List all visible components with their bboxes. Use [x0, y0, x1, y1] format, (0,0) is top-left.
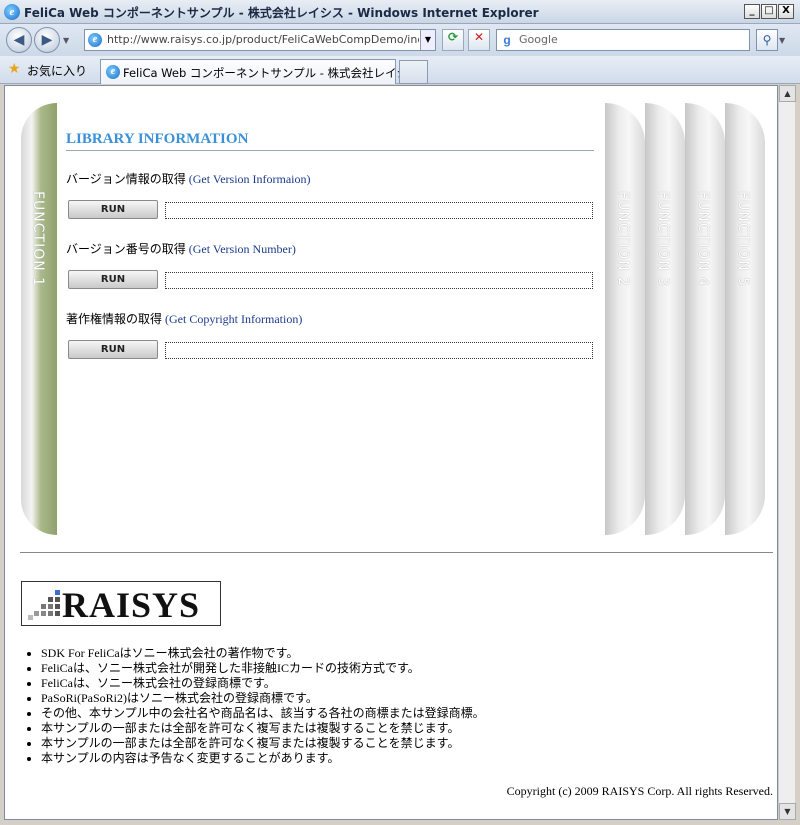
- minimize-button[interactable]: _: [744, 4, 760, 19]
- row-label-version-info: バージョン情報の取得 (Get Version Informaion): [66, 170, 311, 187]
- list-item: FeliCaは、ソニー株式会社の登録商標です。: [41, 676, 485, 691]
- close-button[interactable]: X: [778, 4, 794, 19]
- tab-felica-demo[interactable]: e FeliCa Web コンポーネントサンプル - 株式会社レイシス: [100, 59, 420, 84]
- maximize-button[interactable]: □: [761, 4, 777, 19]
- function-2-label: FUNCTION 2: [615, 191, 631, 288]
- stop-icon[interactable]: ✕: [468, 29, 490, 51]
- vertical-scrollbar[interactable]: ▲ ▼: [778, 85, 796, 820]
- ie-logo-icon: e: [4, 4, 20, 20]
- window-title: FeliCa Web コンポーネントサンプル - 株式会社レイシス - Wind…: [24, 6, 539, 20]
- function-2-panel[interactable]: FUNCTION 2: [605, 103, 645, 535]
- forward-button[interactable]: ▶: [34, 27, 60, 53]
- row-label-en: (Get Version Number): [188, 242, 296, 256]
- run-button-version-number[interactable]: RUN: [68, 270, 158, 289]
- function-1-panel[interactable]: FUNCTION 1: [21, 103, 57, 535]
- list-item: 本サンプルの一部または全部を許可なく複写または複製することを禁じます。: [41, 736, 485, 751]
- result-field-copyright-info[interactable]: [165, 342, 593, 359]
- row-label-version-number: バージョン番号の取得 (Get Version Number): [66, 240, 296, 257]
- run-button-copyright-info[interactable]: RUN: [68, 340, 158, 359]
- page-viewport: FUNCTION 1 FUNCTION 2 FUNCTION 3 FUNCTIO…: [4, 85, 778, 820]
- function-1-label: FUNCTION 1: [30, 191, 46, 288]
- title-bar: e FeliCa Web コンポーネントサンプル - 株式会社レイシス - Wi…: [0, 0, 800, 24]
- function-3-panel[interactable]: FUNCTION 3: [645, 103, 685, 535]
- address-dropdown-icon[interactable]: ▼: [420, 30, 435, 50]
- row-label-ja: バージョン番号の取得: [66, 242, 186, 256]
- function-4-label: FUNCTION 4: [695, 191, 711, 288]
- section-title: LIBRARY INFORMATION: [66, 131, 594, 151]
- row-label-en: (Get Version Informaion): [188, 172, 311, 186]
- list-item: PaSoRi(PaSoRi2)はソニー株式会社の登録商標です。: [41, 691, 485, 706]
- list-item: 本サンプルの内容は予告なく変更することがあります。: [41, 751, 485, 766]
- logo-text: RAISYS: [62, 585, 201, 625]
- search-input[interactable]: Google: [519, 33, 558, 46]
- list-item: 本サンプルの一部または全部を許可なく複写または複製することを禁じます。: [41, 721, 485, 736]
- copyright-text: Copyright (c) 2009 RAISYS Corp. All righ…: [506, 784, 773, 798]
- function-5-label: FUNCTION 5: [735, 191, 751, 288]
- logo-dots-icon: [28, 590, 62, 620]
- row-label-ja: バージョン情報の取得: [66, 172, 186, 186]
- navigation-bar: ◀ ▶ ▼ e http://www.raisys.co.jp/product/…: [0, 24, 800, 56]
- new-tab-button[interactable]: [399, 60, 428, 84]
- result-field-version-number[interactable]: [165, 272, 593, 289]
- address-bar[interactable]: e http://www.raisys.co.jp/product/FeliCa…: [84, 29, 436, 51]
- favorites-button[interactable]: お気に入り: [27, 62, 87, 79]
- scroll-up-icon[interactable]: ▲: [779, 85, 796, 102]
- page-icon: e: [88, 33, 102, 47]
- row-label-copyright-info: 著作権情報の取得 (Get Copyright Information): [66, 310, 302, 327]
- search-box[interactable]: g Google: [496, 29, 750, 51]
- back-button[interactable]: ◀: [6, 27, 32, 53]
- list-item: SDK For FeliCaはソニー株式会社の著作物です。: [41, 646, 485, 661]
- search-dropdown-icon[interactable]: ▼: [779, 36, 785, 45]
- google-icon: g: [503, 33, 511, 47]
- page-content: FUNCTION 1 FUNCTION 2 FUNCTION 3 FUNCTIO…: [5, 86, 777, 819]
- row-label-en: (Get Copyright Information): [165, 312, 303, 326]
- search-icon[interactable]: ⚲: [756, 29, 778, 51]
- tab-label: FeliCa Web コンポーネントサンプル - 株式会社レイシス: [123, 66, 420, 80]
- row-label-ja: 著作権情報の取得: [66, 312, 163, 326]
- notes-list: SDK For FeliCaはソニー株式会社の著作物です。 FeliCaは、ソニ…: [41, 646, 485, 766]
- tab-ie-icon: e: [106, 65, 120, 79]
- refresh-icon[interactable]: ⟳: [442, 29, 464, 51]
- function-3-label: FUNCTION 3: [655, 191, 671, 288]
- list-item: その他、本サンプル中の会社名や商品名は、該当する各社の商標または登録商標。: [41, 706, 485, 721]
- function-4-panel[interactable]: FUNCTION 4: [685, 103, 725, 535]
- function-5-panel[interactable]: FUNCTION 5: [725, 103, 765, 535]
- history-dropdown-icon[interactable]: ▼: [63, 36, 69, 45]
- favorites-bar: ★ お気に入り e FeliCa Web コンポーネントサンプル - 株式会社レ…: [0, 56, 800, 84]
- run-button-version-info[interactable]: RUN: [68, 200, 158, 219]
- star-icon[interactable]: ★: [8, 61, 21, 77]
- raisys-logo: RAISYS: [21, 581, 221, 626]
- section-divider: [20, 552, 773, 553]
- scroll-down-icon[interactable]: ▼: [779, 803, 796, 820]
- result-field-version-info[interactable]: [165, 202, 593, 219]
- list-item: FeliCaは、ソニー株式会社が開発した非接触ICカードの技術方式です。: [41, 661, 485, 676]
- address-input[interactable]: http://www.raisys.co.jp/product/FeliCaWe…: [107, 33, 419, 46]
